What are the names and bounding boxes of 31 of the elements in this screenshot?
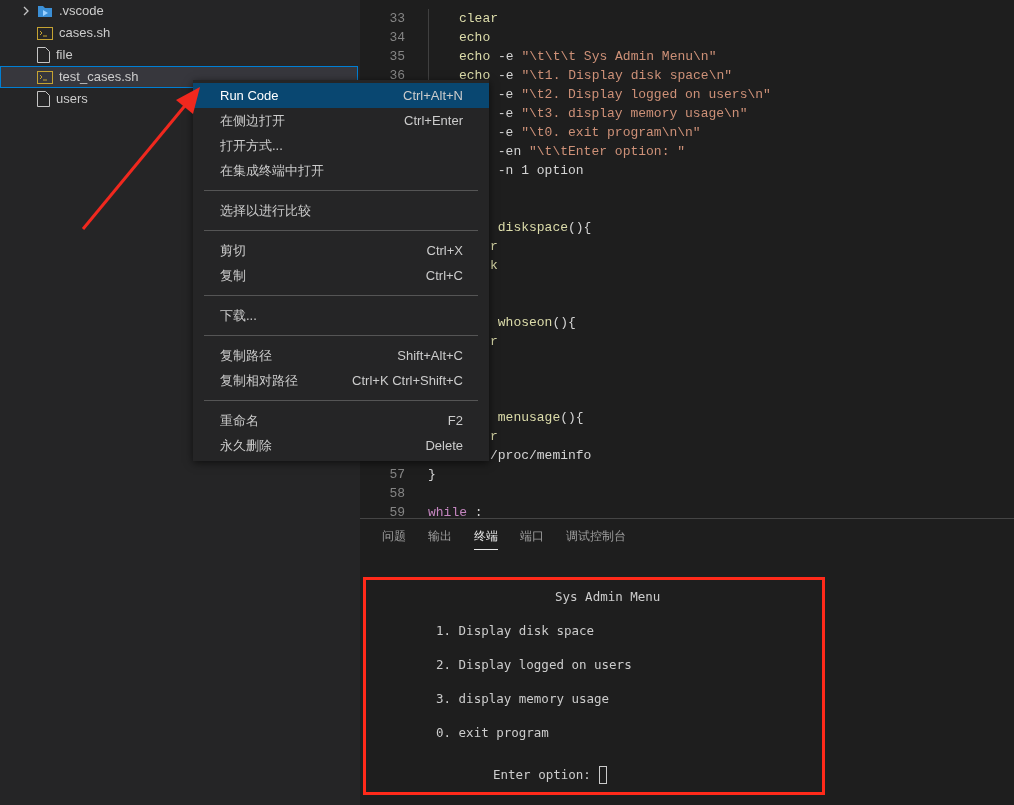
- code-line: k: [490, 258, 498, 273]
- code-line: menusage(){: [496, 410, 584, 425]
- code-line: echo: [428, 28, 491, 47]
- code-line: -en "\t\tEnter option: ": [496, 144, 686, 159]
- line-number: 58: [389, 485, 405, 503]
- code-line: while :: [428, 505, 483, 518]
- line-number: 35: [389, 48, 405, 66]
- code-line: whoseon(){: [496, 315, 576, 330]
- line-number: 33: [389, 10, 405, 28]
- terminal-line: Enter option:: [493, 766, 591, 784]
- code-line: r: [490, 429, 498, 444]
- code-line: /proc/meminfo: [490, 448, 592, 463]
- code-line: }: [428, 467, 436, 482]
- terminal-line: 3. display memory usage: [436, 689, 610, 708]
- code-line: r: [490, 334, 498, 349]
- line-number: 59: [389, 504, 405, 518]
- code-line: echo -e "\t\t\t Sys Admin Menu\n": [428, 47, 717, 66]
- code-line: diskspace(){: [496, 220, 592, 235]
- code-line: clear: [428, 9, 498, 28]
- code-line: -e "\t2. Display logged on users\n": [496, 87, 771, 102]
- code-line: r: [490, 239, 498, 254]
- code-line: -e "\t0. exit program\n\n": [496, 125, 701, 140]
- terminal-line: Sys Admin Menu: [555, 588, 661, 607]
- terminal-line: 2. Display logged on users: [436, 655, 632, 674]
- line-number: 34: [389, 29, 405, 47]
- line-number: 36: [389, 67, 405, 85]
- terminal-line: 0. exit program: [436, 723, 549, 742]
- terminal-line: 1. Display disk space: [436, 621, 595, 640]
- line-number: 57: [389, 466, 405, 484]
- code-line: -e "\t3. display memory usage\n": [496, 106, 748, 121]
- code-line: -n 1 option: [496, 163, 584, 178]
